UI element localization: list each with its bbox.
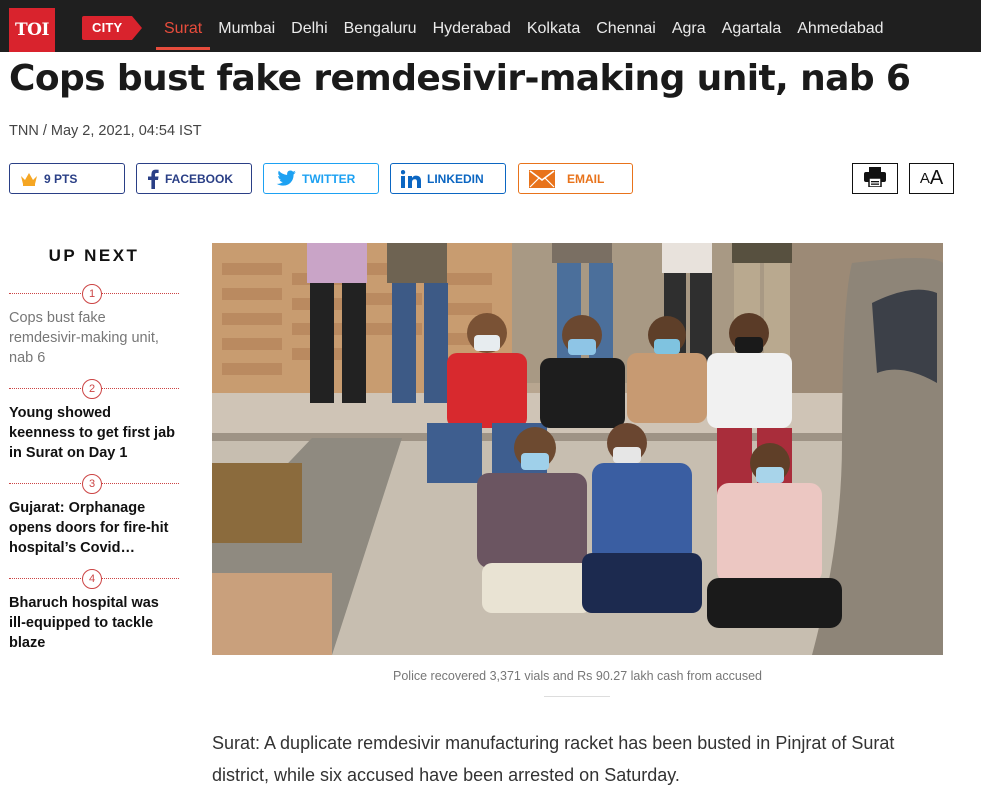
- facebook-share-button[interactable]: FACEBOOK: [136, 163, 252, 194]
- article-photo: [212, 243, 943, 655]
- up-next-divider: 2: [9, 379, 179, 399]
- up-next-item-title[interactable]: Gujarat: Orphanage opens doors for fire-…: [9, 498, 179, 558]
- up-next-item[interactable]: 3 Gujarat: Orphanage opens doors for fir…: [9, 474, 179, 558]
- article-body-paragraph: Surat: A duplicate remdesivir manufactur…: [212, 733, 895, 785]
- nav-link-chennai[interactable]: Chennai: [588, 14, 664, 50]
- nav-link-mumbai[interactable]: Mumbai: [210, 14, 283, 50]
- printer-icon: [864, 166, 886, 191]
- photo-caption: Police recovered 3,371 vials and Rs 90.2…: [393, 669, 762, 683]
- linkedin-icon: [401, 169, 421, 188]
- nav-link-ahmedabad[interactable]: Ahmedabad: [789, 14, 891, 50]
- up-next-number: 3: [82, 474, 102, 494]
- nav-link-delhi[interactable]: Delhi: [283, 14, 335, 50]
- photo-illustration: [212, 243, 943, 655]
- up-next-divider: 1: [9, 284, 179, 304]
- up-next-divider: 4: [9, 569, 179, 589]
- article-byline: TNN / May 2, 2021, 04:54 IST: [9, 123, 202, 139]
- facebook-icon: [147, 169, 159, 189]
- twitter-icon: [274, 170, 296, 188]
- email-label: EMAIL: [567, 171, 605, 186]
- font-size-button[interactable]: A A: [909, 163, 954, 194]
- up-next-item-title[interactable]: Cops bust fake remdesivir-making unit, n…: [9, 308, 179, 368]
- up-next-item[interactable]: 1 Cops bust fake remdesivir-making unit,…: [9, 284, 179, 368]
- up-next-number: 1: [82, 284, 102, 304]
- up-next-number: 4: [82, 569, 102, 589]
- font-size-large-glyph: A: [929, 167, 944, 189]
- nav-link-hyderabad[interactable]: Hyderabad: [425, 14, 519, 50]
- print-button[interactable]: [852, 163, 898, 194]
- article-headline: Cops bust fake remdesivir-making unit, n…: [9, 58, 911, 99]
- caption-divider: [544, 696, 610, 697]
- up-next-number: 2: [82, 379, 102, 399]
- up-next-item[interactable]: 2 Young showed keenness to get first jab…: [9, 379, 179, 463]
- up-next-divider: 3: [9, 474, 179, 494]
- linkedin-label: LINKEDIN: [427, 171, 484, 186]
- city-section-tab[interactable]: CITY: [82, 16, 142, 40]
- nav-link-kolkata[interactable]: Kolkata: [519, 14, 588, 50]
- email-icon: [529, 169, 555, 188]
- crown-icon: [20, 172, 38, 186]
- nav-link-surat[interactable]: Surat: [156, 14, 211, 50]
- city-nav: Surat Mumbai Delhi Bengaluru Hyderabad K…: [156, 14, 892, 50]
- up-next-item-title[interactable]: Bharuch hospital was ill-equipped to tac…: [9, 593, 179, 653]
- up-next-item-title[interactable]: Young showed keenness to get first jab i…: [9, 403, 179, 463]
- points-button[interactable]: 9 PTS: [9, 163, 125, 194]
- nav-link-bengaluru[interactable]: Bengaluru: [336, 14, 425, 50]
- toi-logo[interactable]: TOI: [9, 8, 55, 52]
- linkedin-share-button[interactable]: LINKEDIN: [390, 163, 506, 194]
- twitter-share-button[interactable]: TWITTER: [263, 163, 379, 194]
- nav-link-agartala[interactable]: Agartala: [714, 14, 790, 50]
- email-share-button[interactable]: EMAIL: [518, 163, 633, 194]
- twitter-label: TWITTER: [302, 171, 356, 186]
- facebook-label: FACEBOOK: [165, 171, 234, 186]
- nav-link-agra[interactable]: Agra: [664, 14, 714, 50]
- font-size-small-glyph: A: [919, 170, 930, 187]
- up-next-item[interactable]: 4 Bharuch hospital was ill-equipped to t…: [9, 569, 179, 653]
- points-label: 9 PTS: [44, 171, 78, 186]
- city-tab-label: CITY: [92, 20, 123, 35]
- up-next-heading: UP NEXT: [48, 246, 140, 265]
- top-nav-bar: TOI CITY Surat Mumbai Delhi Bengaluru Hy…: [0, 0, 981, 52]
